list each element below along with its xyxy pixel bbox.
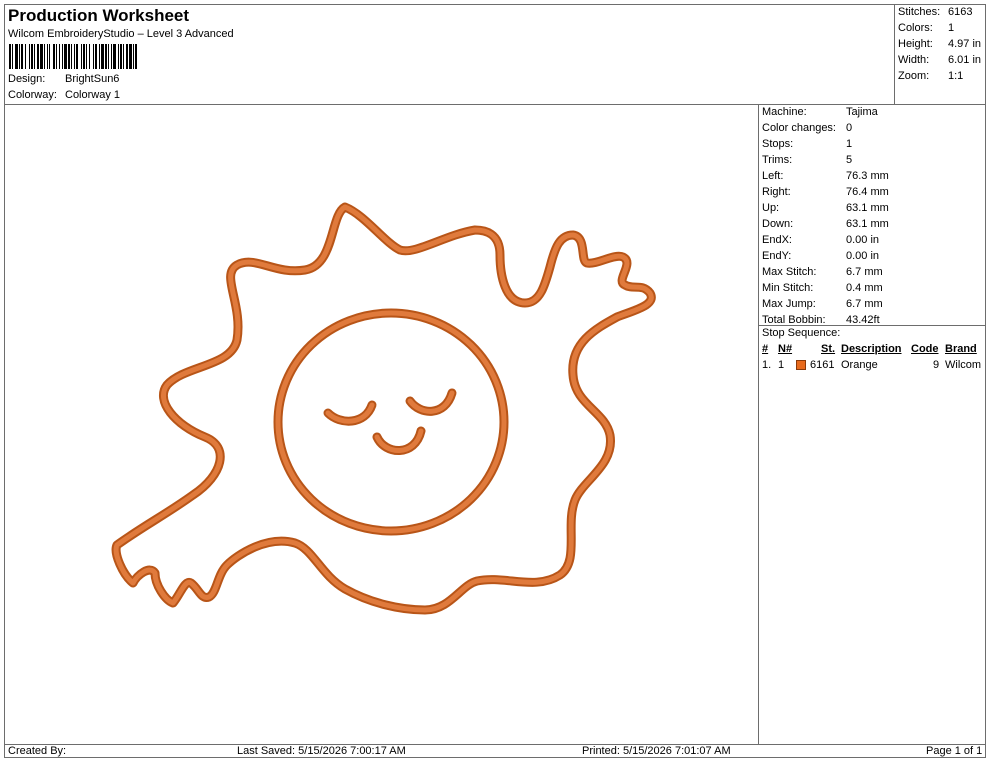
row-num: 1. (762, 359, 772, 371)
stitches-value: 6163 (948, 6, 973, 18)
endx-value: 0.00 in (846, 234, 880, 246)
stitches-label: Stitches: (898, 6, 941, 18)
col-header-description: Description (841, 343, 902, 355)
down-label: Down: (762, 218, 794, 230)
design-value: BrightSun6 (65, 73, 120, 85)
row-stitches: 6161 (810, 359, 835, 371)
height-value: 4.97 in (948, 38, 982, 50)
endy-label: EndY: (762, 250, 792, 262)
trims-value: 5 (846, 154, 853, 166)
total-bobbin-value: 43.42ft (846, 314, 880, 326)
created-by: Created By: (8, 745, 67, 757)
left-value: 76.3 mm (846, 170, 889, 182)
min-stitch-value: 0.4 mm (846, 282, 883, 294)
colors-value: 1 (948, 22, 955, 34)
zoom-label: Zoom: (898, 70, 930, 82)
color-swatch (796, 360, 806, 370)
stop-sequence-title: Stop Sequence: (762, 327, 841, 339)
stops-value: 1 (846, 138, 853, 150)
stops-label: Stops: (762, 138, 794, 150)
col-header-n: N# (778, 343, 793, 355)
col-header-st: St. (821, 343, 836, 355)
col-header-brand: Brand (945, 343, 977, 355)
endx-label: EndX: (762, 234, 792, 246)
sun-face-circle (275, 310, 507, 534)
right-value: 76.4 mm (846, 186, 889, 198)
software-name: Wilcom EmbroideryStudio – Level 3 Advanc… (8, 28, 234, 40)
machine-value: Tajima (846, 106, 878, 118)
width-label: Width: (898, 54, 930, 66)
last-saved: Last Saved: 5/15/2026 7:00:17 AM (237, 745, 406, 757)
up-value: 63.1 mm (846, 202, 889, 214)
colors-label: Colors: (898, 22, 933, 34)
row-n: 1 (778, 359, 785, 371)
sidebar-divider (758, 104, 759, 744)
row-brand: Wilcom (945, 359, 982, 371)
max-jump-label: Max Jump: (762, 298, 816, 310)
barcode-image (9, 44, 137, 69)
width-value: 6.01 in (948, 54, 982, 66)
sun-outline-stitch (113, 204, 654, 613)
summary-divider (894, 4, 895, 104)
max-stitch-label: Max Stitch: (762, 266, 817, 278)
col-header-code: Code (911, 343, 939, 355)
footer-divider (4, 744, 986, 745)
colorway-label: Colorway: (8, 89, 57, 101)
down-value: 63.1 mm (846, 218, 889, 230)
row-code: 9 (933, 359, 940, 371)
page-number: Page 1 of 1 (926, 745, 983, 757)
trims-label: Trims: (762, 154, 793, 166)
max-jump-value: 6.7 mm (846, 298, 883, 310)
right-label: Right: (762, 186, 791, 198)
machine-label: Machine: (762, 106, 807, 118)
col-header-num: # (762, 343, 769, 355)
total-bobbin-label: Total Bobbin: (762, 314, 826, 326)
design-label: Design: (8, 73, 46, 85)
endy-value: 0.00 in (846, 250, 880, 262)
height-label: Height: (898, 38, 933, 50)
page-title: Production Worksheet (8, 6, 190, 25)
max-stitch-value: 6.7 mm (846, 266, 883, 278)
zoom-value: 1:1 (948, 70, 964, 82)
colorway-value: Colorway 1 (65, 89, 121, 101)
embroidery-design-preview (111, 202, 656, 615)
row-description: Orange (841, 359, 878, 371)
color-changes-label: Color changes: (762, 122, 836, 134)
printed-date: Printed: 5/15/2026 7:01:07 AM (582, 745, 731, 757)
left-label: Left: (762, 170, 784, 182)
color-changes-value: 0 (846, 122, 853, 134)
min-stitch-label: Min Stitch: (762, 282, 814, 294)
up-label: Up: (762, 202, 780, 214)
